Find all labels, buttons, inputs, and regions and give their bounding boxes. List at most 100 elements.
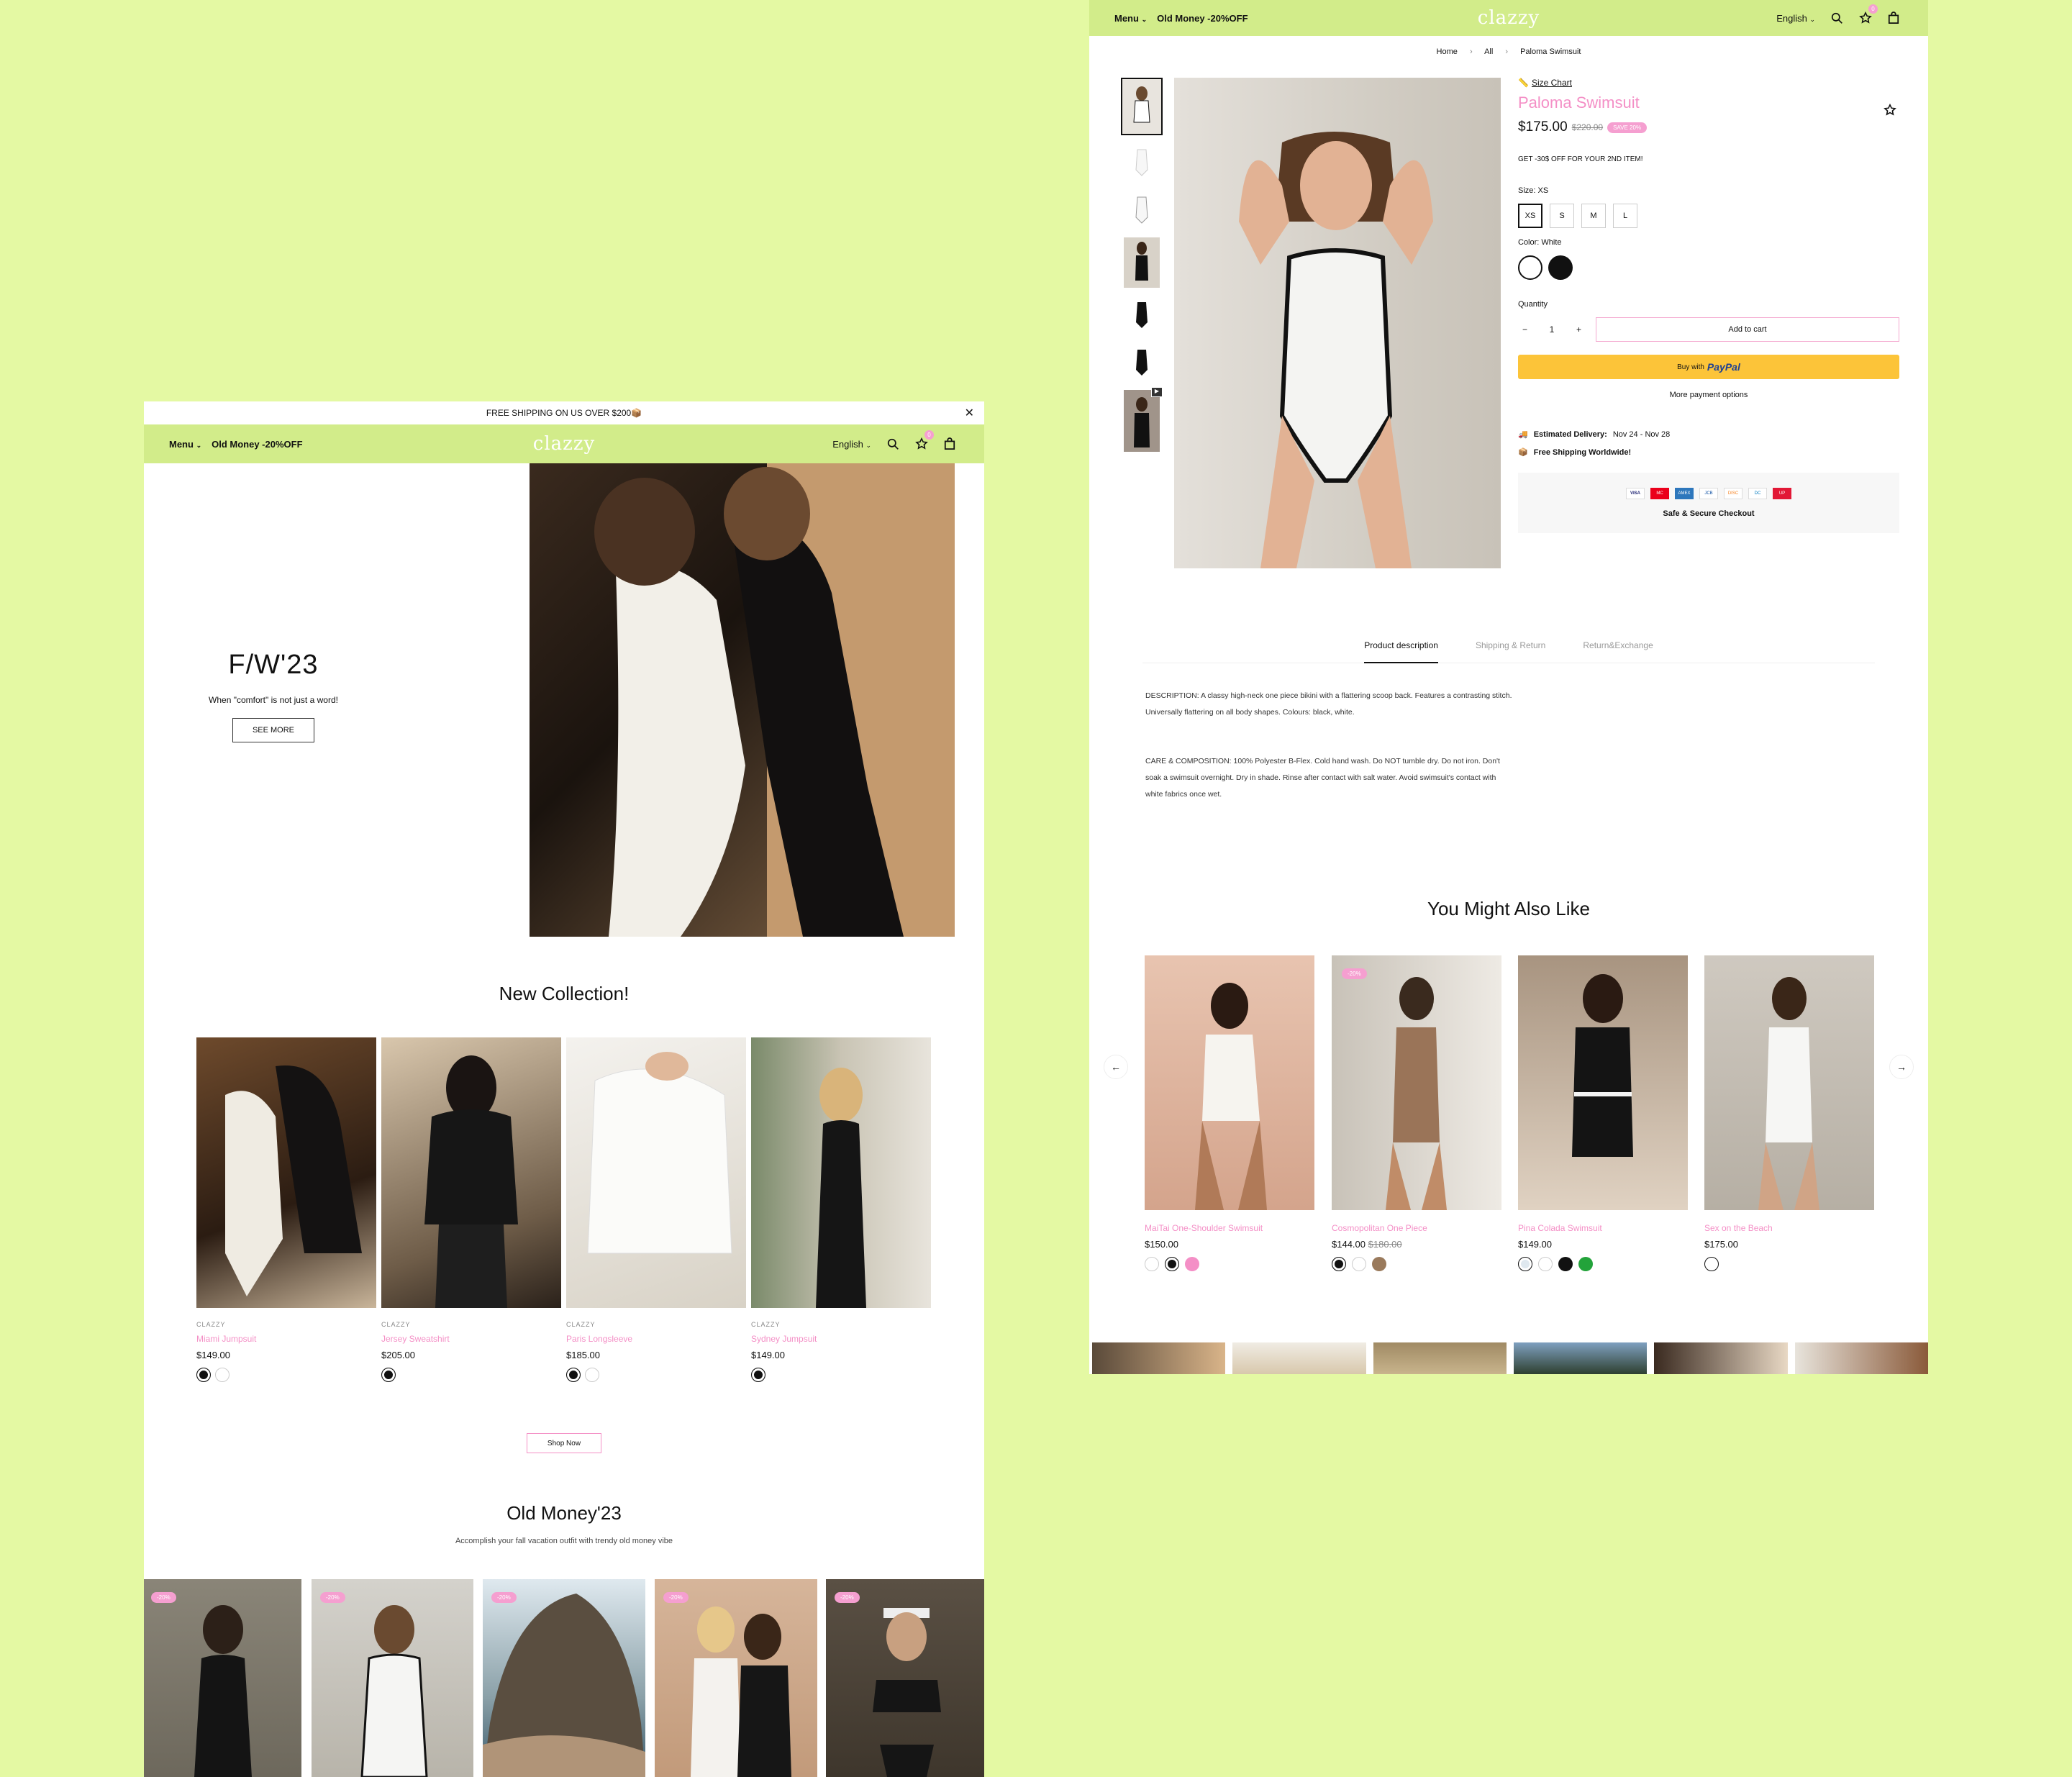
related-image[interactable] xyxy=(1704,955,1874,1210)
swatch-black[interactable] xyxy=(1332,1257,1346,1271)
main-product-image[interactable] xyxy=(1174,78,1501,568)
tab-product-description[interactable]: Product description xyxy=(1364,640,1438,663)
instagram-image[interactable] xyxy=(1232,1342,1366,1374)
swatch-white[interactable] xyxy=(585,1368,599,1382)
instagram-image[interactable] xyxy=(1373,1342,1507,1374)
arrow-right-icon[interactable]: → xyxy=(1889,1055,1914,1079)
tab-return-exchange[interactable]: Return&Exchange xyxy=(1583,640,1653,663)
related-name[interactable]: Sex on the Beach xyxy=(1704,1223,1874,1233)
breadcrumb-home[interactable]: Home xyxy=(1437,47,1458,56)
swatch-black[interactable] xyxy=(381,1368,396,1382)
product-image[interactable] xyxy=(566,1037,746,1308)
product-name[interactable]: Paris Longsleeve xyxy=(566,1334,746,1344)
related-name[interactable]: Cosmopolitan One Piece xyxy=(1332,1223,1501,1233)
see-more-button[interactable]: SEE MORE xyxy=(232,718,314,742)
search-icon[interactable] xyxy=(887,438,899,450)
old-money-card[interactable]: -20% xyxy=(312,1579,473,1777)
shop-now-button[interactable]: Shop Now xyxy=(527,1433,601,1453)
related-card[interactable]: Sex on the Beach $175.00 xyxy=(1704,955,1874,1271)
product-card[interactable]: CLAZZY Sydney Jumpsuit $149.00 xyxy=(751,1037,931,1382)
arrow-left-icon[interactable]: ← xyxy=(1104,1055,1128,1079)
more-payment-link[interactable]: More payment options xyxy=(1518,391,1899,399)
cart-icon[interactable] xyxy=(1888,12,1899,24)
instagram-image[interactable] xyxy=(1092,1342,1226,1374)
size-option-m[interactable]: M xyxy=(1581,204,1606,228)
close-icon[interactable]: ✕ xyxy=(965,406,974,420)
product-name[interactable]: Miami Jumpsuit xyxy=(196,1334,376,1344)
swatch-light-blue[interactable] xyxy=(1518,1257,1532,1271)
product-card[interactable]: CLAZZY Jersey Sweatshirt $205.00 xyxy=(381,1037,561,1382)
related-image[interactable] xyxy=(1145,955,1314,1210)
color-option-black[interactable] xyxy=(1548,255,1573,280)
thumbnail-video[interactable]: ▶ xyxy=(1124,387,1163,452)
promo-link[interactable]: Old Money -20%OFF xyxy=(1157,13,1248,24)
swatch-white[interactable] xyxy=(1704,1257,1719,1271)
menu-button[interactable]: Menu ⌄ xyxy=(169,439,201,450)
old-money-card[interactable]: -20% xyxy=(144,1579,301,1777)
size-option-l[interactable]: L xyxy=(1613,204,1637,228)
swatch-white[interactable] xyxy=(1145,1257,1159,1271)
swatch-black[interactable] xyxy=(1165,1257,1179,1271)
size-option-s[interactable]: S xyxy=(1550,204,1574,228)
thumbnail[interactable] xyxy=(1121,190,1163,230)
quantity-value[interactable]: 1 xyxy=(1550,324,1555,335)
product-image[interactable] xyxy=(751,1037,931,1308)
swatch-black[interactable] xyxy=(751,1368,765,1382)
thumbnail[interactable] xyxy=(1121,78,1163,135)
instagram-image[interactable] xyxy=(1654,1342,1788,1374)
product-name[interactable]: Sydney Jumpsuit xyxy=(751,1334,931,1344)
swatch-black[interactable] xyxy=(566,1368,581,1382)
swatch-white[interactable] xyxy=(215,1368,230,1382)
thumbnail[interactable] xyxy=(1121,295,1163,335)
size-chart-link[interactable]: 📏 Size Chart xyxy=(1518,78,1899,88)
product-image[interactable] xyxy=(381,1037,561,1308)
minus-icon[interactable]: − xyxy=(1522,324,1527,335)
related-card[interactable]: -20% Cosmopolitan One Piece $144.00 $180… xyxy=(1332,955,1501,1271)
menu-button[interactable]: Menu ⌄ xyxy=(1114,13,1147,24)
wishlist-icon[interactable]: 0 xyxy=(915,430,934,450)
wishlist-star-icon[interactable] xyxy=(1884,103,1896,120)
promo-link[interactable]: Old Money -20%OFF xyxy=(212,439,302,450)
swatch-black[interactable] xyxy=(1558,1257,1573,1271)
size-option-xs[interactable]: XS xyxy=(1518,204,1542,228)
swatch-pink[interactable] xyxy=(1185,1257,1199,1271)
cart-icon[interactable] xyxy=(944,437,955,450)
thumbnail[interactable] xyxy=(1124,237,1160,288)
swatch-green[interactable] xyxy=(1578,1257,1593,1271)
tab-shipping-return[interactable]: Shipping & Return xyxy=(1476,640,1545,663)
old-money-card[interactable]: -20% xyxy=(483,1579,645,1777)
product-name[interactable]: Jersey Sweatshirt xyxy=(381,1334,561,1344)
swatch-white[interactable] xyxy=(1538,1257,1553,1271)
old-money-card[interactable]: -20% xyxy=(655,1579,817,1777)
color-option-white[interactable] xyxy=(1518,255,1542,280)
thumbnail[interactable] xyxy=(1121,342,1163,383)
plus-icon[interactable]: + xyxy=(1576,324,1581,335)
related-name[interactable]: Pina Colada Swimsuit xyxy=(1518,1223,1688,1233)
language-select[interactable]: English ⌄ xyxy=(832,439,871,450)
paypal-button[interactable]: Buy with PayPal xyxy=(1518,355,1899,379)
search-icon[interactable] xyxy=(1831,12,1843,24)
language-select[interactable]: English ⌄ xyxy=(1776,13,1815,24)
old-money-title: Old Money'23 xyxy=(506,1502,622,1524)
logo[interactable]: clazzy xyxy=(533,433,595,455)
add-to-cart-button[interactable]: Add to cart xyxy=(1596,317,1899,342)
related-image[interactable] xyxy=(1518,955,1688,1210)
logo[interactable]: clazzy xyxy=(1478,7,1540,29)
related-card[interactable]: MaiTai One-Shoulder Swimsuit $150.00 xyxy=(1145,955,1314,1271)
wishlist-icon[interactable]: 0 xyxy=(1859,4,1878,24)
swatch-white[interactable] xyxy=(1352,1257,1366,1271)
product-card[interactable]: CLAZZY Miami Jumpsuit $149.00 xyxy=(196,1037,376,1382)
swatch-black[interactable] xyxy=(196,1368,211,1382)
instagram-image[interactable] xyxy=(1513,1342,1648,1374)
related-name[interactable]: MaiTai One-Shoulder Swimsuit xyxy=(1145,1223,1314,1233)
old-money-card[interactable]: -20% xyxy=(826,1579,984,1777)
quantity-stepper[interactable]: − 1 + xyxy=(1518,317,1586,342)
product-image[interactable] xyxy=(196,1037,376,1308)
related-image[interactable]: -20% xyxy=(1332,955,1501,1210)
instagram-image[interactable] xyxy=(1794,1342,1928,1374)
breadcrumb-all[interactable]: All xyxy=(1484,47,1493,56)
related-card[interactable]: Pina Colada Swimsuit $149.00 xyxy=(1518,955,1688,1271)
thumbnail[interactable] xyxy=(1121,142,1163,183)
swatch-brown[interactable] xyxy=(1372,1257,1386,1271)
product-card[interactable]: CLAZZY Paris Longsleeve $185.00 xyxy=(566,1037,746,1382)
